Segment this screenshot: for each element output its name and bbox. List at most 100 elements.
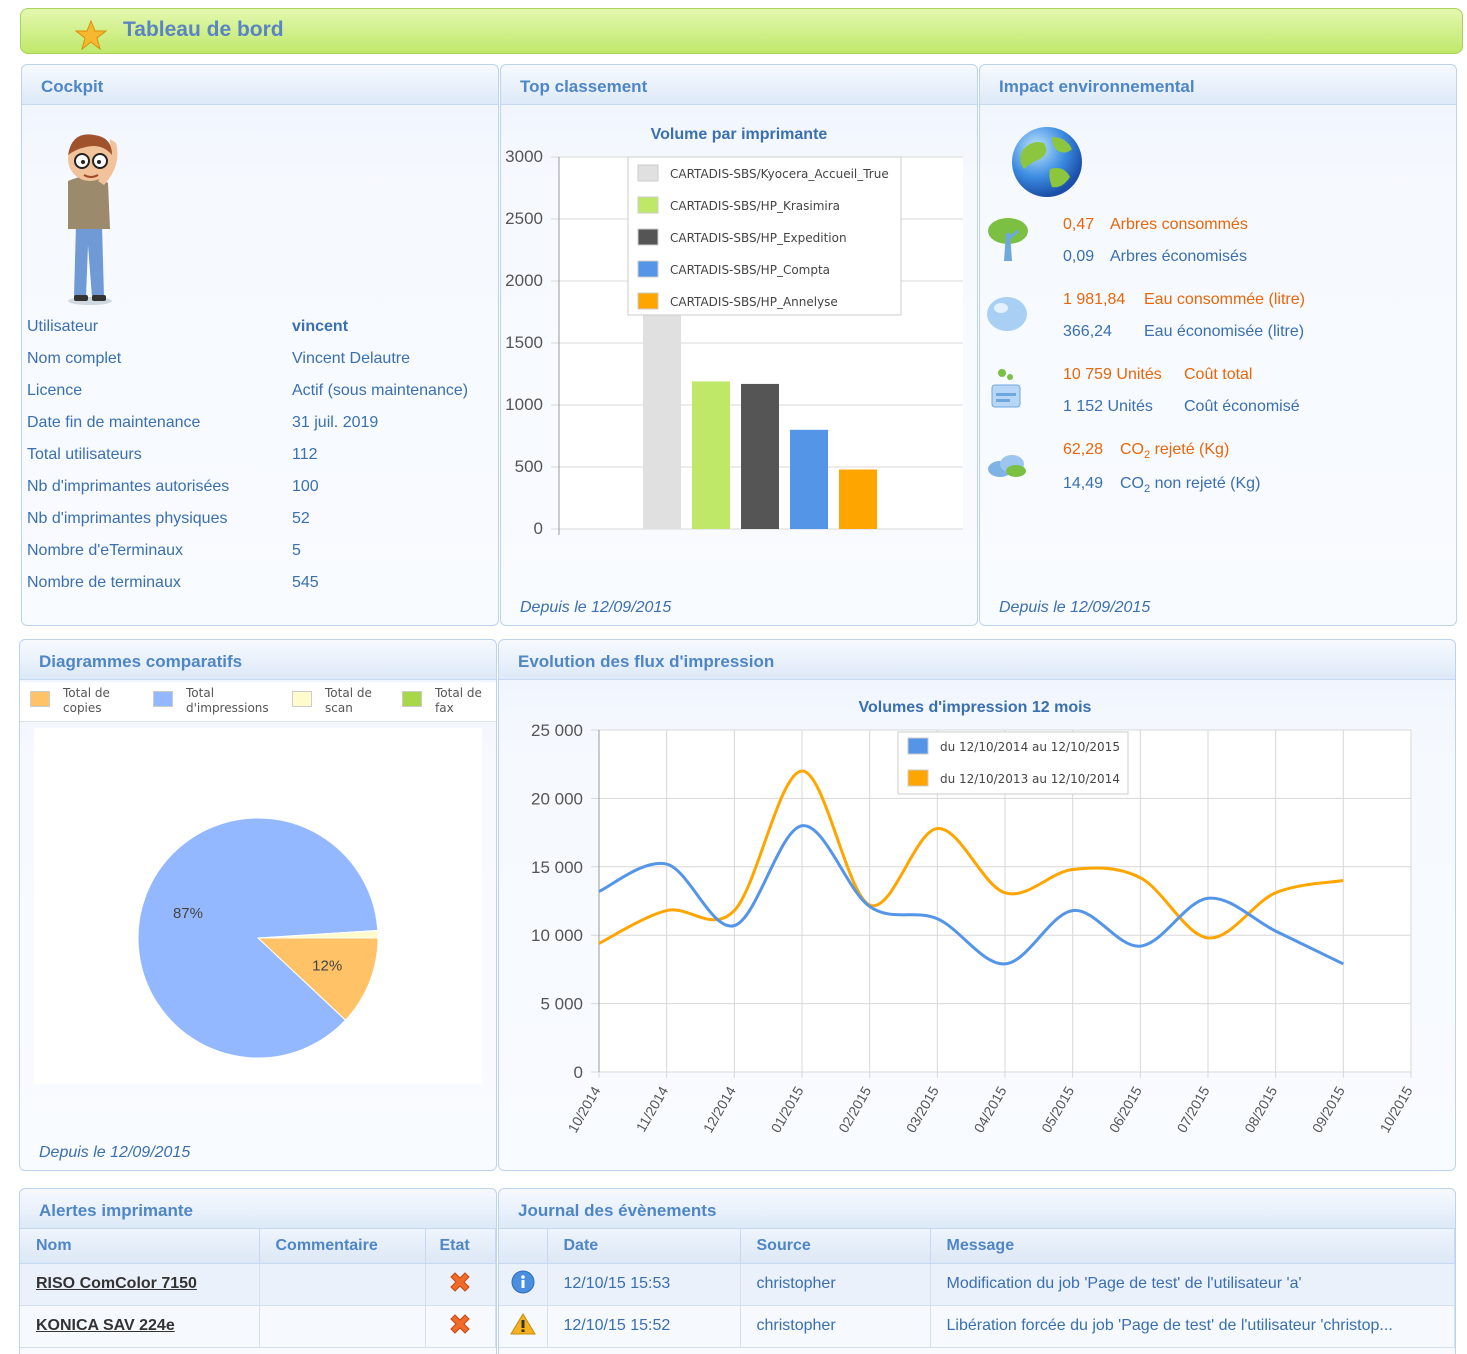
bar-y-tick-label: 3000: [505, 147, 543, 166]
trees-saved-label: Arbres économisés: [1110, 248, 1247, 265]
printer-alerts-title: Alertes imprimante: [39, 1201, 193, 1220]
co2-rejected-label: CO2 rejeté (Kg): [1120, 441, 1230, 462]
line-x-tick-label: 11/2014: [633, 1083, 672, 1134]
printer-alerts-panel: Alertes imprimante Nom Commentaire Etat …: [19, 1188, 497, 1354]
print-flow-title: Evolution des flux d'impression: [518, 652, 775, 671]
table-row[interactable]: 12/10/15 15:52 christopher Libération fo…: [499, 1305, 1455, 1348]
co2-not-rejected-value: 14,49: [1063, 475, 1104, 492]
tree-icon: [988, 218, 1028, 261]
error-cross-icon: [450, 1313, 470, 1334]
column-header-name[interactable]: Nom: [20, 1229, 260, 1264]
table-row[interactable]: KONICA SAV 224e: [20, 1305, 496, 1348]
trees-saved-value: 0,09: [1063, 248, 1095, 265]
bar-legend-swatch: [637, 260, 659, 278]
bar-legend-label[interactable]: CARTADIS-SBS/HP_Annelyse: [670, 295, 838, 309]
cloud-icon: [988, 455, 1026, 477]
line-x-tick-label: 12/2014: [700, 1083, 739, 1135]
top-since-label: Depuis le 12/09/2015: [520, 599, 672, 616]
co2-not-rejected-label: CO2 non rejeté (Kg): [1120, 475, 1261, 496]
cockpit-value: 5: [292, 542, 301, 559]
environment-since-label: Depuis le 12/09/2015: [999, 599, 1151, 616]
line-legend: du 12/10/2014 au 12/10/2015 du 12/10/2013…: [897, 731, 1129, 795]
legend-swatch-scan: [292, 691, 312, 707]
dashboard-title-bar: Tableau de bord: [20, 8, 1463, 54]
bar-legend-swatch: [637, 164, 659, 182]
table-row[interactable]: RISO ComColor 7150: [20, 1263, 496, 1306]
column-header-state[interactable]: Etat: [425, 1229, 496, 1264]
column-header-source[interactable]: Source: [740, 1229, 931, 1264]
line-legend-label[interactable]: du 12/10/2014 au 12/10/2015: [940, 740, 1120, 754]
printer-alerts-table: Nom Commentaire Etat RISO ComColor 7150 …: [20, 1229, 496, 1348]
cockpit-value: vincent: [292, 318, 349, 335]
bar-legend-label[interactable]: CARTADIS-SBS/HP_Expedition: [670, 231, 847, 245]
pie-legend: Total de copies Total d'impressions Total …: [20, 682, 496, 722]
bar-legend-label[interactable]: CARTADIS-SBS/HP_Compta: [670, 263, 830, 277]
water-saved-value: 366,24: [1063, 323, 1112, 340]
legend-item-scan[interactable]: Total de scan: [325, 686, 372, 716]
bar-legend-label[interactable]: CARTADIS-SBS/Kyocera_Accueil_True: [670, 167, 889, 181]
trees-used-value: 0,47: [1063, 216, 1095, 233]
top-ranking-panel: Top classement Volume par imprimante 0 500…: [500, 64, 978, 626]
bar-y-tick-label: 1500: [505, 333, 543, 352]
cockpit-value: 545: [292, 574, 319, 591]
bar-2[interactable]: [692, 381, 730, 529]
top-ranking-title: Top classement: [520, 77, 648, 96]
bar-3[interactable]: [741, 383, 779, 529]
bar-legend: CARTADIS-SBS/Kyocera_Accueil_True CARTADI…: [627, 156, 902, 316]
column-header-comment[interactable]: Commentaire: [259, 1229, 426, 1264]
water-saved-label: Eau économisée (litre): [1144, 323, 1305, 340]
diag-since-label: Depuis le 12/09/2015: [39, 1144, 191, 1161]
top-ranking-header: Top classement: [501, 65, 977, 105]
water-used-label: Eau consommée (litre): [1144, 291, 1305, 308]
avatar: [68, 134, 118, 305]
bar-4[interactable]: [790, 429, 828, 529]
line-y-tick-label: 10 000: [531, 926, 583, 945]
error-cross-icon: [450, 1271, 470, 1292]
legend-swatch-copies: [30, 691, 50, 707]
info-icon: [511, 1270, 535, 1293]
printer-name-link[interactable]: KONICA SAV 224e: [20, 1305, 260, 1348]
event-date: 12/10/15 15:52: [547, 1305, 741, 1348]
warning-icon: [509, 1312, 536, 1334]
bar-legend-label[interactable]: CARTADIS-SBS/HP_Krasimira: [670, 199, 840, 213]
line-x-tick-label: 07/2015: [1173, 1083, 1212, 1135]
bar-chart: Volume par imprimante 0 500 1000 1500 2000 250…: [505, 126, 963, 538]
cockpit-value: 52: [292, 510, 310, 527]
line-x-tick-label: 09/2015: [1309, 1083, 1348, 1135]
cost-total-value: 10 759 Unités: [1063, 366, 1162, 383]
table-header-row: Nom Commentaire Etat: [20, 1229, 496, 1264]
cockpit-label: Nombre de terminaux: [27, 574, 181, 591]
comparative-diagrams-header: Diagrammes comparatifs: [20, 640, 496, 680]
print-flow-panel: Evolution des flux d'impression Volumes …: [498, 639, 1456, 1171]
environment-header: Impact environnemental: [980, 65, 1456, 105]
line-legend-label[interactable]: du 12/10/2013 au 12/10/2014: [940, 772, 1120, 786]
event-date: 12/10/15 15:53: [547, 1263, 741, 1306]
bar-5[interactable]: [839, 469, 877, 529]
co2-rejected-value: 62,28: [1063, 441, 1104, 458]
cockpit-label: Nb d'imprimantes physiques: [27, 510, 228, 527]
comparative-diagrams-panel: Diagrammes comparatifs Total de copies To…: [19, 639, 497, 1171]
legend-swatch-fax: [402, 691, 422, 707]
pie-chart: 12% 87%: [34, 728, 482, 1084]
table-row[interactable]: 12/10/15 15:53 christopher Modification …: [499, 1263, 1455, 1306]
cockpit-label: Nom complet: [27, 350, 122, 367]
cockpit-panel: Cockpit Utilisateur vincent Nom complet Vin…: [21, 64, 499, 626]
line-x-tick-label: 03/2015: [903, 1083, 942, 1135]
water-used-value: 1 981,84: [1063, 291, 1126, 308]
bar-legend-swatch: [637, 196, 659, 214]
event-message: Libération forcée du job 'Page de test' …: [930, 1305, 1455, 1348]
legend-item-copies[interactable]: Total de copies: [63, 686, 110, 716]
event-source: christopher: [740, 1305, 931, 1348]
cockpit-label: Licence: [27, 382, 83, 399]
legend-item-prints[interactable]: Total d'impressions: [186, 686, 269, 716]
cockpit-label: Nombre d'eTerminaux: [27, 542, 184, 559]
column-header-message[interactable]: Message: [930, 1229, 1455, 1264]
environment-panel: Impact environnemental 0,47 Arbres conso…: [979, 64, 1457, 626]
bar-chart-title: Volume par imprimante: [651, 126, 828, 143]
line-y-tick-label: 25 000: [531, 721, 583, 740]
column-header-date[interactable]: Date: [547, 1229, 741, 1264]
legend-item-fax[interactable]: Total de fax: [435, 686, 482, 716]
cockpit-value: 112: [292, 446, 318, 463]
printer-name-link[interactable]: RISO ComColor 7150: [20, 1263, 260, 1306]
cost-saved-label: Coût économisé: [1184, 398, 1300, 415]
